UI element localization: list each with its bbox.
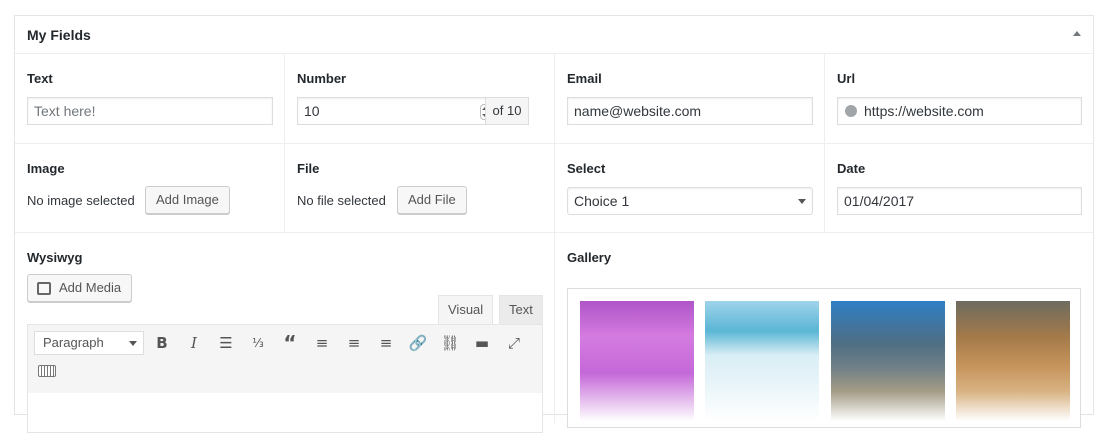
gallery-thumb-ocean-wave[interactable] <box>705 301 819 421</box>
read-more-icon[interactable]: ▬ <box>472 333 492 353</box>
align-left-icon[interactable]: ≡ <box>312 333 332 353</box>
url-field-cell: Url https://website.com <box>825 54 1093 143</box>
url-input[interactable]: https://website.com <box>837 97 1082 125</box>
format-value: Paragraph <box>43 335 104 350</box>
tab-visual[interactable]: Visual <box>438 295 494 325</box>
email-input[interactable]: name@website.com <box>567 97 813 125</box>
date-input[interactable]: 01/04/2017 <box>837 187 1082 215</box>
text-field-cell: Text Text here! <box>15 54 285 143</box>
wysiwyg-field-cell: Wysiwyg Add Media Visual Text Paragraph … <box>15 233 555 433</box>
email-label: Email <box>567 71 602 86</box>
editor-toolbar: Paragraph B I ☰ ⅓ “ ≡ ≡ ≡ 🔗 ⛓ ▬ ⤢ <box>27 324 543 394</box>
select-field-cell: Select Choice 1 <box>555 144 825 232</box>
editor-body[interactable] <box>27 393 543 433</box>
keyboard-icon[interactable] <box>38 365 56 377</box>
image-label: Image <box>27 161 65 176</box>
date-field-cell: Date 01/04/2017 <box>825 144 1093 232</box>
url-value: https://website.com <box>864 103 984 119</box>
blockquote-icon[interactable]: “ <box>280 333 300 353</box>
metabox-header: My Fields <box>15 16 1093 54</box>
link-icon[interactable]: 🔗 <box>408 333 428 353</box>
add-file-button[interactable]: Add File <box>397 186 467 214</box>
format-select[interactable]: Paragraph <box>34 331 144 355</box>
file-field-cell: File No file selected Add File <box>285 144 555 232</box>
add-media-button[interactable]: Add Media <box>27 274 133 302</box>
align-center-icon[interactable]: ≡ <box>344 333 364 353</box>
date-label: Date <box>837 161 866 176</box>
number-label: Number <box>297 71 347 86</box>
chevron-down-icon <box>798 199 806 204</box>
choice-select[interactable]: Choice 1 <box>567 187 813 215</box>
number-input[interactable]: 10 <box>297 97 497 125</box>
select-value: Choice 1 <box>574 193 630 209</box>
gallery-field-cell: Gallery <box>555 233 1093 428</box>
number-value: 10 <box>304 103 320 119</box>
add-image-button[interactable]: Add Image <box>145 186 230 214</box>
gallery-thumb-flowers[interactable] <box>580 301 694 421</box>
media-icon <box>37 282 51 295</box>
align-right-icon[interactable]: ≡ <box>376 333 396 353</box>
italic-icon[interactable]: I <box>184 333 204 353</box>
tab-text[interactable]: Text <box>499 295 543 325</box>
gallery-box <box>567 288 1081 428</box>
text-input[interactable]: Text here! <box>27 97 273 125</box>
select-label: Select <box>567 161 606 176</box>
url-label: Url <box>837 71 856 86</box>
metabox-title: My Fields <box>27 27 91 43</box>
chevron-down-icon <box>129 341 137 346</box>
gallery-label: Gallery <box>567 250 612 265</box>
file-label: File <box>297 161 320 176</box>
collapse-toggle-icon[interactable] <box>1073 31 1081 36</box>
email-field-cell: Email name@website.com <box>555 54 825 143</box>
fields-row-1: Text Text here! Number 10 of 10 Email na… <box>15 54 1093 144</box>
fields-row-2: Image No image selected Add Image File N… <box>15 144 1093 233</box>
image-status: No image selected <box>27 193 135 208</box>
unlink-icon[interactable]: ⛓ <box>440 333 460 353</box>
fields-row-3: Wysiwyg Add Media Visual Text Paragraph … <box>15 233 1093 433</box>
numbered-list-icon[interactable]: ⅓ <box>248 333 268 353</box>
file-status: No file selected <box>297 193 386 208</box>
bullet-list-icon[interactable]: ☰ <box>216 333 236 353</box>
text-label: Text <box>27 71 53 86</box>
my-fields-metabox: My Fields Text Text here! Number 10 of 1… <box>14 15 1094 433</box>
gallery-thumb-statue[interactable] <box>831 301 945 421</box>
fullscreen-icon[interactable]: ⤢ <box>504 333 524 353</box>
number-max-addon: of 10 <box>485 97 529 125</box>
bold-icon[interactable]: B <box>152 333 172 353</box>
globe-icon <box>845 105 857 117</box>
wysiwyg-label: Wysiwyg <box>27 250 83 265</box>
add-media-label: Add Media <box>59 280 122 295</box>
gallery-thumb-giraffe[interactable] <box>956 301 1070 421</box>
number-field-cell: Number 10 of 10 <box>285 54 555 143</box>
image-field-cell: Image No image selected Add Image <box>15 144 285 232</box>
